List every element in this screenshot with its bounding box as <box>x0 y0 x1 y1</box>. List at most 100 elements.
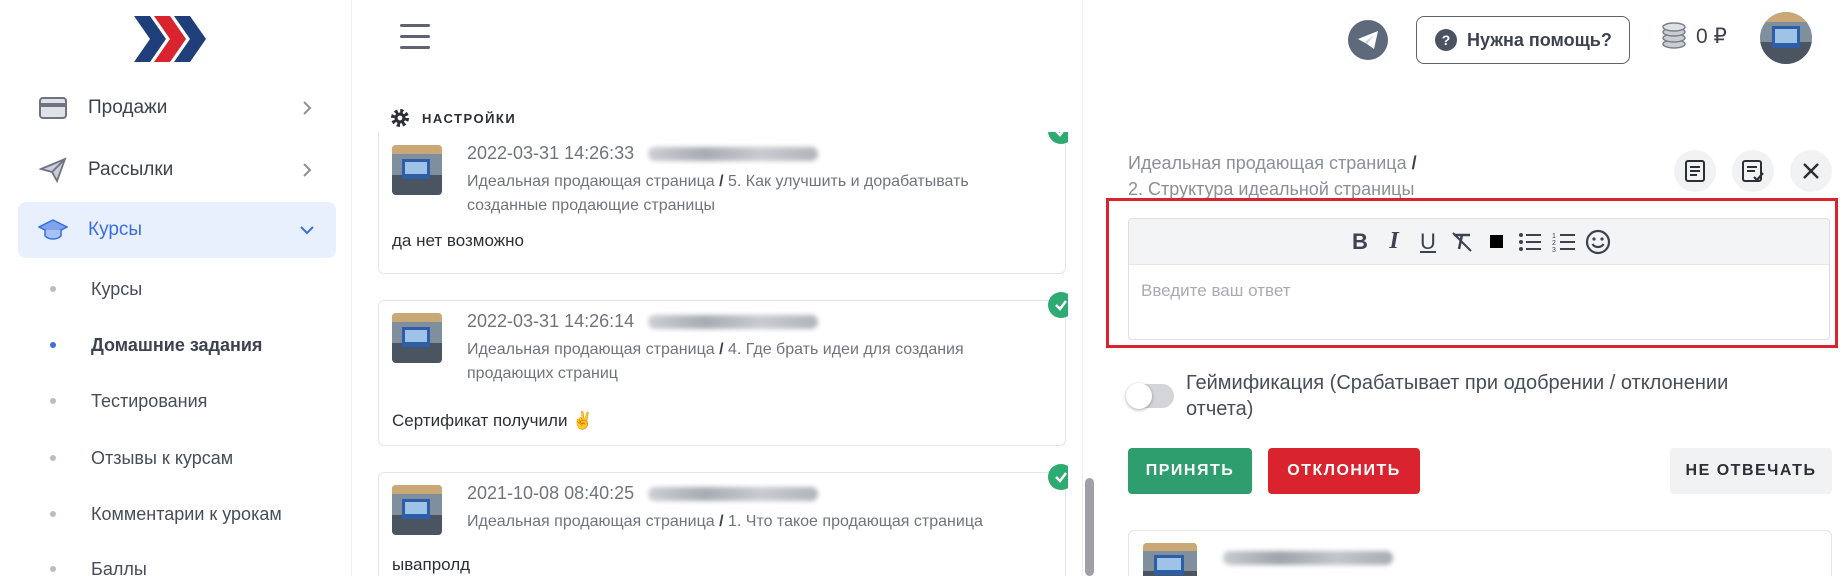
lesson-name: 1. Что такое продающая страница <box>727 513 983 530</box>
path-separator: / <box>719 173 724 190</box>
credit-card-icon <box>38 93 68 123</box>
sidebar-subitem-courses[interactable]: Курсы <box>50 274 142 304</box>
breadcrumb-separator: / <box>1411 153 1417 173</box>
gear-icon <box>391 109 409 127</box>
submission-date: 2022-03-31 14:26:14 <box>467 311 635 331</box>
svg-text:2: 2 <box>1552 240 1556 247</box>
student-avatar <box>1143 543 1197 576</box>
color-swatch-icon <box>1489 235 1503 248</box>
underline-icon: U <box>1420 228 1436 254</box>
submission-message: Сертификат получили ✌️ <box>392 411 594 430</box>
sidebar-item-mailings[interactable]: Рассылки <box>18 142 336 198</box>
reject-button[interactable]: ОТКЛОНИТЬ <box>1268 448 1420 494</box>
hamburger-line <box>400 35 430 38</box>
reply-editor[interactable]: B I U 123 Введите ваш ответ <box>1128 218 1830 340</box>
submission-card[interactable]: 2021-10-08 08:40:25 Идеальная продающая … <box>378 472 1066 576</box>
submission-date: 2021-10-08 08:40:25 <box>467 483 635 503</box>
numbered-list-button[interactable]: 123 <box>1547 225 1581 259</box>
bold-icon: B <box>1352 228 1368 254</box>
balance[interactable]: 0 ₽ <box>1660 22 1727 50</box>
path-separator: / <box>719 341 724 358</box>
sidebar-subitem-label: Домашние задания <box>91 334 263 355</box>
submission-card[interactable]: 2022-03-31 14:26:14 Идеальная продающая … <box>378 300 1066 446</box>
checklist-icon <box>1742 160 1764 182</box>
question-icon: ? <box>1435 29 1457 51</box>
chevron-down-icon <box>296 219 318 241</box>
document-icon <box>1685 160 1705 182</box>
sidebar-item-courses[interactable]: Курсы <box>18 202 336 258</box>
balance-value: 0 ₽ <box>1696 24 1727 48</box>
bullet-dot <box>50 566 56 572</box>
settings-link[interactable]: НАСТРОЙКИ <box>390 108 516 128</box>
sidebar-subitem-tests[interactable]: Тестирования <box>50 386 207 416</box>
view-task-button[interactable] <box>1674 150 1716 192</box>
telegram-button[interactable] <box>1348 20 1388 60</box>
svg-text:1: 1 <box>1552 233 1556 240</box>
gamification-label: Геймификация (Срабатывает при одобрении … <box>1186 372 1729 420</box>
help-button[interactable]: ? Нужна помощь? <box>1416 16 1630 64</box>
user-avatar[interactable] <box>1760 12 1812 64</box>
clear-format-button[interactable] <box>1445 225 1479 259</box>
submission-path: Идеальная продающая страница / 5. Как ул… <box>467 170 1027 218</box>
help-button-label: Нужна помощь? <box>1467 29 1612 50</box>
bullet-dot <box>50 342 56 348</box>
student-name-blurred <box>648 486 819 501</box>
breadcrumb: Идеальная продающая страница / 2. Структ… <box>1128 150 1428 202</box>
numbered-list-icon: 123 <box>1552 233 1575 253</box>
close-button[interactable] <box>1790 150 1832 192</box>
submission-message: ывапролд <box>392 555 471 574</box>
sidebar-subitem-label: Баллы <box>91 558 147 576</box>
sidebar-item-label: Продажи <box>88 97 168 118</box>
text-color-button[interactable] <box>1479 225 1513 259</box>
sidebar: Продажи Рассылки Курсы Курсы Домашние за… <box>0 0 352 576</box>
chevron-right-icon <box>296 97 318 119</box>
sidebar-subitem-label: Тестирования <box>91 390 208 411</box>
close-icon <box>1803 163 1819 179</box>
editor-placeholder: Введите ваш ответ <box>1141 281 1291 300</box>
logo[interactable] <box>134 16 212 62</box>
student-card[interactable] <box>1128 530 1832 576</box>
submission-path: Идеальная продающая страница / 1. Что та… <box>467 510 1027 534</box>
approved-check-icon <box>1048 464 1068 490</box>
submission-message: да нет возможно <box>392 231 524 250</box>
sidebar-subitem-label: Комментарии к урокам <box>91 503 282 524</box>
hamburger-line <box>400 46 430 49</box>
menu-toggle-button[interactable] <box>400 24 430 52</box>
smiley-icon <box>1585 229 1611 254</box>
sidebar-subitem-points[interactable]: Баллы <box>50 554 147 576</box>
student-name-blurred <box>1223 551 1393 565</box>
sidebar-subitem-label: Отзывы к курсам <box>91 447 234 468</box>
gamification-toggle[interactable] <box>1126 383 1174 409</box>
submission-card[interactable]: 2022-03-31 14:26:33 Идеальная продающая … <box>378 132 1066 274</box>
approved-check-icon <box>1048 292 1068 318</box>
scrollbar-thumb[interactable] <box>1085 478 1094 576</box>
submission-path: Идеальная продающая страница / 4. Где бр… <box>467 338 1027 386</box>
italic-button[interactable]: I <box>1377 225 1411 259</box>
student-name-blurred <box>648 314 819 329</box>
breadcrumb-course: Идеальная продающая страница <box>1128 153 1407 173</box>
accept-button[interactable]: ПРИНЯТЬ <box>1128 448 1252 494</box>
sidebar-item-sales[interactable]: Продажи <box>18 80 336 136</box>
bullet-dot <box>50 455 56 461</box>
skip-reply-button[interactable]: НЕ ОТВЕЧАТЬ <box>1670 448 1832 494</box>
student-name-blurred <box>648 146 819 161</box>
student-avatar <box>392 313 442 363</box>
sidebar-item-label: Курсы <box>88 219 143 240</box>
bullet-list-button[interactable] <box>1513 225 1547 259</box>
sidebar-subitem-homework[interactable]: Домашние задания <box>50 330 262 360</box>
coins-icon <box>1662 22 1686 49</box>
bold-button[interactable]: B <box>1343 225 1377 259</box>
underline-button[interactable]: U <box>1411 225 1445 259</box>
hamburger-line <box>400 24 430 27</box>
course-name: Идеальная продающая страница <box>467 341 715 358</box>
sidebar-item-label: Рассылки <box>88 159 174 180</box>
sidebar-subitem-comments[interactable]: Комментарии к урокам <box>50 499 282 529</box>
clear-format-icon <box>1452 231 1472 252</box>
sidebar-subitem-reviews[interactable]: Отзывы к курсам <box>50 443 233 473</box>
breadcrumb-lesson: 2. Структура идеальной страницы <box>1128 179 1415 199</box>
chevron-right-icon <box>296 159 318 181</box>
emoji-button[interactable] <box>1581 225 1615 259</box>
path-separator: / <box>719 513 724 530</box>
view-checklist-button[interactable] <box>1732 150 1774 192</box>
submission-date: 2022-03-31 14:26:33 <box>467 143 635 163</box>
